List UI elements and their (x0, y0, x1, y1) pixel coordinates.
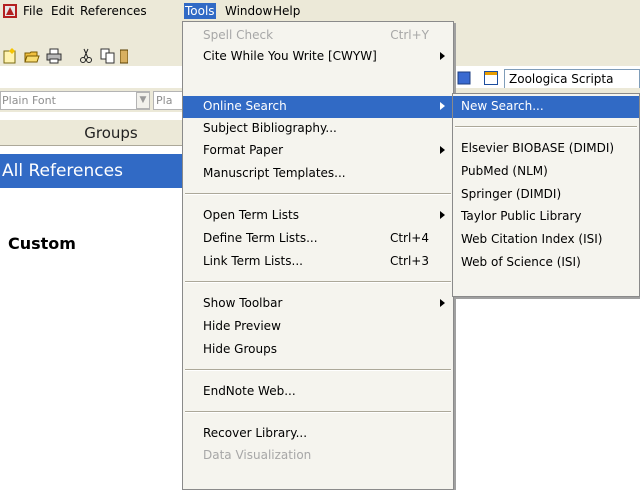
cut-icon[interactable] (78, 48, 94, 64)
submenu-arrow-icon (440, 52, 445, 60)
menu-separator (455, 126, 637, 128)
submenu-arrow-icon (440, 146, 445, 154)
menu-item-endnote-web[interactable]: EndNote Web... (183, 381, 453, 403)
size-select[interactable]: Pla (153, 91, 183, 110)
menu-separator (185, 281, 451, 283)
menu-item-link-term-lists[interactable]: Link Term Lists... Ctrl+3 (183, 251, 453, 273)
submenu-arrow-icon (440, 299, 445, 307)
groups-header: Groups (0, 120, 182, 146)
menu-item-hide-groups[interactable]: Hide Groups (183, 339, 453, 361)
paste-icon[interactable] (120, 48, 128, 64)
menu-tools[interactable]: Tools (184, 3, 216, 19)
menu-file[interactable]: File (22, 3, 44, 19)
output-style-field[interactable]: Zoologica Scripta (504, 69, 640, 89)
open-library-icon[interactable] (24, 48, 40, 64)
print-icon[interactable] (46, 48, 62, 64)
menu-bar: File Edit References Tools Window Help (0, 0, 640, 22)
menu-item-recover-library[interactable]: Recover Library... (183, 423, 453, 445)
menu-edit[interactable]: Edit (50, 3, 75, 19)
menu-item-format-paper[interactable]: Format Paper (183, 140, 453, 162)
submenu-item-web-citation-index[interactable]: Web Citation Index (ISI) (453, 229, 639, 251)
menu-item-data-visualization[interactable]: Data Visualization (183, 445, 453, 467)
submenu-item-pubmed[interactable]: PubMed (NLM) (453, 161, 639, 183)
menu-item-online-search[interactable]: Online Search (183, 96, 453, 118)
menu-window[interactable]: Window (224, 3, 273, 19)
endnote-app-icon[interactable] (3, 4, 17, 18)
submenu-item-elsevier-biobase[interactable]: Elsevier BIOBASE (DIMDI) (453, 138, 639, 160)
menu-item-hide-preview[interactable]: Hide Preview (183, 316, 453, 338)
menu-item-spell-check[interactable]: Spell Check Ctrl+Y (183, 25, 453, 47)
menu-separator (185, 193, 451, 195)
new-library-icon[interactable] (2, 48, 18, 64)
menu-item-define-term-lists[interactable]: Define Term Lists... Ctrl+4 (183, 228, 453, 250)
menu-item-open-term-lists[interactable]: Open Term Lists (183, 205, 453, 227)
menu-separator (185, 369, 451, 371)
submenu-item-web-of-science[interactable]: Web of Science (ISI) (453, 252, 639, 274)
font-select[interactable]: Plain Font (0, 91, 150, 110)
group-all-references[interactable]: All References (0, 154, 182, 188)
custom-groups-label: Custom (8, 234, 76, 253)
menu-item-show-toolbar[interactable]: Show Toolbar (183, 293, 453, 315)
menu-item-manuscript-templates[interactable]: Manuscript Templates... (183, 163, 453, 185)
toolbar-blue-icon[interactable] (456, 70, 472, 86)
menu-separator (185, 411, 451, 413)
submenu-item-springer[interactable]: Springer (DIMDI) (453, 184, 639, 206)
submenu-item-new-search[interactable]: New Search... (453, 96, 639, 118)
font-dropdown-arrow-icon[interactable]: ▼ (136, 92, 150, 109)
menu-help[interactable]: Help (272, 3, 301, 19)
submenu-arrow-icon (440, 211, 445, 219)
menu-item-subject-bibliography[interactable]: Subject Bibliography... (183, 118, 453, 140)
menu-item-cite-while-you-write[interactable]: Cite While You Write [CWYW] (183, 46, 453, 68)
output-style-icon[interactable] (484, 71, 498, 85)
submenu-arrow-icon (440, 102, 445, 110)
online-search-submenu: New Search... Elsevier BIOBASE (DIMDI) P… (452, 93, 640, 297)
submenu-item-taylor-public-library[interactable]: Taylor Public Library (453, 206, 639, 228)
tools-menu: Spell Check Ctrl+Y Cite While You Write … (182, 21, 454, 490)
menu-references[interactable]: References (79, 3, 148, 19)
copy-icon[interactable] (100, 48, 116, 64)
